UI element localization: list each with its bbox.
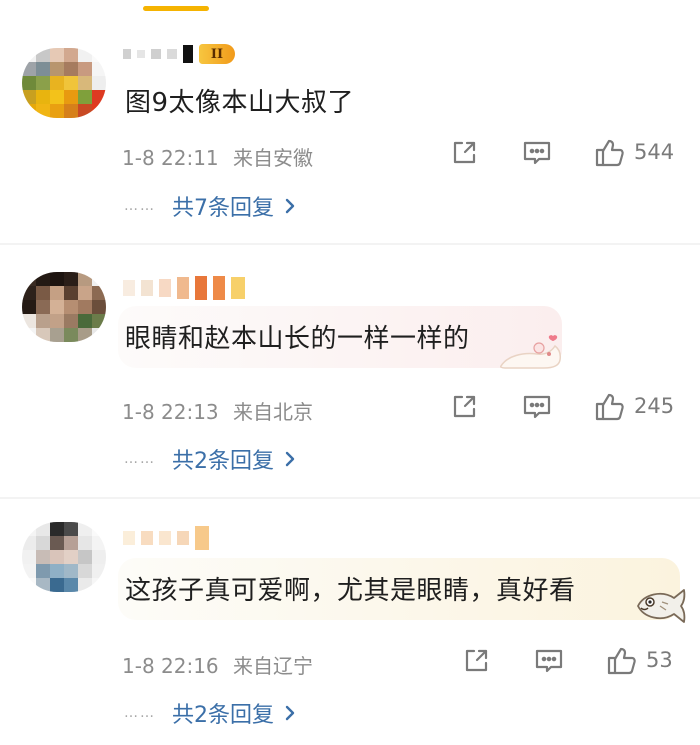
username[interactable] <box>123 524 209 552</box>
share-icon <box>465 649 488 672</box>
like-button[interactable]: 53 <box>606 645 673 675</box>
chevron-right-icon <box>285 451 295 467</box>
comment-meta: 1-8 22:13 来自北京 <box>122 396 313 425</box>
chevron-right-icon <box>285 705 295 721</box>
like-count: 544 <box>634 140 675 164</box>
comment-location: 来自辽宁 <box>233 654 314 678</box>
like-icon <box>595 393 624 421</box>
view-replies-link[interactable]: …… 共2条回复 <box>124 443 296 475</box>
reply-dots: …… <box>124 705 156 721</box>
comment-text: 这孩子真可爱啊，尤其是眼睛，真好看 <box>125 576 576 606</box>
share-icon <box>453 395 476 418</box>
avatar[interactable] <box>22 522 106 592</box>
reply-dots: …… <box>124 451 156 467</box>
comment-button[interactable] <box>522 393 552 421</box>
avatar[interactable] <box>22 48 106 118</box>
comment-meta: 1-8 22:11 来自安徽 <box>122 142 313 171</box>
username[interactable] <box>123 274 245 302</box>
view-replies-link[interactable]: …… 共2条回复 <box>124 697 296 729</box>
like-count: 53 <box>646 648 673 672</box>
avatar[interactable] <box>22 272 106 342</box>
like-icon <box>595 139 624 167</box>
comment-time: 1-8 22:16 <box>122 654 219 678</box>
reply-dots: …… <box>124 198 156 214</box>
share-icon <box>453 141 476 164</box>
reply-count: 共7条回复 <box>172 196 274 221</box>
comment-text: 图9太像本山大叔了 <box>125 88 355 118</box>
comment-icon <box>535 649 563 673</box>
comment-time: 1-8 22:13 <box>122 400 219 424</box>
comment-button[interactable] <box>522 139 552 167</box>
share-button[interactable] <box>450 139 478 167</box>
member-badge: II <box>199 44 235 64</box>
comment-text: 眼睛和赵本山长的一样一样的 <box>125 324 470 354</box>
comment-time: 1-8 22:11 <box>122 146 219 170</box>
sticker-cat-icon <box>500 335 561 369</box>
divider <box>0 497 700 499</box>
comment-meta: 1-8 22:16 来自辽宁 <box>122 650 313 679</box>
like-button[interactable]: 245 <box>594 391 674 421</box>
chevron-right-icon <box>285 198 295 214</box>
like-button[interactable]: 544 <box>594 137 674 167</box>
like-icon <box>607 647 636 675</box>
comment-location: 来自安徽 <box>233 146 314 170</box>
share-button[interactable] <box>450 393 478 421</box>
sticker-fish-icon <box>637 589 686 623</box>
like-count: 245 <box>634 394 675 418</box>
tab-indicator <box>143 6 209 11</box>
comment-icon <box>523 395 551 419</box>
username[interactable]: II <box>123 40 235 68</box>
comment-location: 来自北京 <box>233 400 314 424</box>
divider <box>0 243 700 245</box>
reply-count: 共2条回复 <box>172 449 274 474</box>
reply-count: 共2条回复 <box>172 703 274 728</box>
share-button[interactable] <box>462 647 490 675</box>
comment-icon <box>523 141 551 165</box>
comment-button[interactable] <box>534 647 564 675</box>
view-replies-link[interactable]: …… 共7条回复 <box>124 190 296 222</box>
